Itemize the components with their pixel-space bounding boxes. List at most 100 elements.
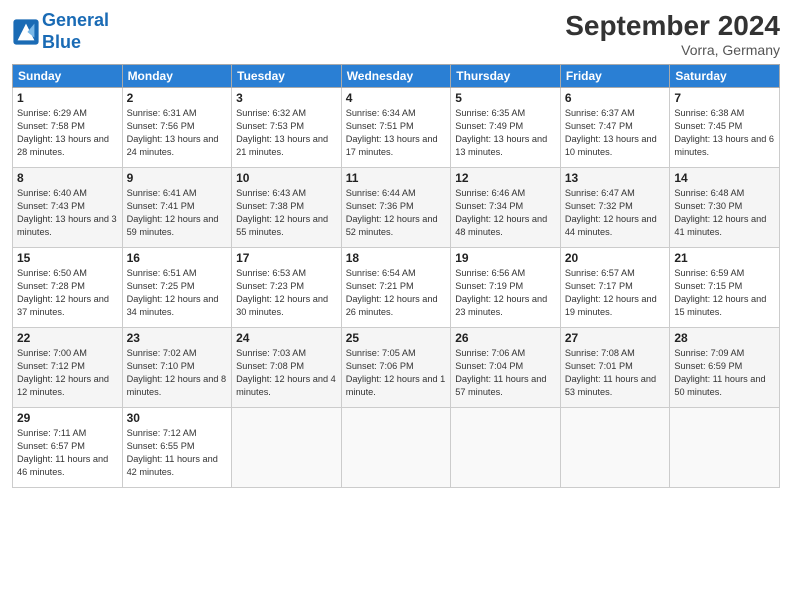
header-monday: Monday <box>122 65 232 88</box>
day-number: 20 <box>565 251 666 265</box>
header-friday: Friday <box>560 65 670 88</box>
calendar-day-cell: 6 Sunrise: 6:37 AM Sunset: 7:47 PM Dayli… <box>560 88 670 168</box>
calendar-day-cell: 28 Sunrise: 7:09 AM Sunset: 6:59 PM Dayl… <box>670 328 780 408</box>
day-info: Sunrise: 6:51 AM Sunset: 7:25 PM Dayligh… <box>127 267 228 319</box>
day-info: Sunrise: 6:47 AM Sunset: 7:32 PM Dayligh… <box>565 187 666 239</box>
calendar-day-cell: 5 Sunrise: 6:35 AM Sunset: 7:49 PM Dayli… <box>451 88 561 168</box>
day-number: 3 <box>236 91 337 105</box>
calendar-week-row: 22 Sunrise: 7:00 AM Sunset: 7:12 PM Dayl… <box>13 328 780 408</box>
calendar-day-cell: 7 Sunrise: 6:38 AM Sunset: 7:45 PM Dayli… <box>670 88 780 168</box>
calendar-day-cell: 11 Sunrise: 6:44 AM Sunset: 7:36 PM Dayl… <box>341 168 451 248</box>
day-number: 18 <box>346 251 447 265</box>
header-sunday: Sunday <box>13 65 123 88</box>
day-number: 13 <box>565 171 666 185</box>
calendar-week-row: 29 Sunrise: 7:11 AM Sunset: 6:57 PM Dayl… <box>13 408 780 488</box>
calendar-day-cell: 24 Sunrise: 7:03 AM Sunset: 7:08 PM Dayl… <box>232 328 342 408</box>
calendar-day-cell: 27 Sunrise: 7:08 AM Sunset: 7:01 PM Dayl… <box>560 328 670 408</box>
calendar-day-cell: 19 Sunrise: 6:56 AM Sunset: 7:19 PM Dayl… <box>451 248 561 328</box>
day-info: Sunrise: 6:44 AM Sunset: 7:36 PM Dayligh… <box>346 187 447 239</box>
day-info: Sunrise: 6:40 AM Sunset: 7:43 PM Dayligh… <box>17 187 118 239</box>
calendar-table: Sunday Monday Tuesday Wednesday Thursday… <box>12 64 780 488</box>
page-container: General Blue September 2024 Vorra, Germa… <box>0 0 792 612</box>
day-info: Sunrise: 6:32 AM Sunset: 7:53 PM Dayligh… <box>236 107 337 159</box>
calendar-day-cell: 13 Sunrise: 6:47 AM Sunset: 7:32 PM Dayl… <box>560 168 670 248</box>
day-info: Sunrise: 6:54 AM Sunset: 7:21 PM Dayligh… <box>346 267 447 319</box>
day-number: 19 <box>455 251 556 265</box>
calendar-day-cell: 29 Sunrise: 7:11 AM Sunset: 6:57 PM Dayl… <box>13 408 123 488</box>
day-number: 4 <box>346 91 447 105</box>
day-info: Sunrise: 7:00 AM Sunset: 7:12 PM Dayligh… <box>17 347 118 399</box>
day-number: 11 <box>346 171 447 185</box>
calendar-day-cell: 14 Sunrise: 6:48 AM Sunset: 7:30 PM Dayl… <box>670 168 780 248</box>
calendar-day-cell: 10 Sunrise: 6:43 AM Sunset: 7:38 PM Dayl… <box>232 168 342 248</box>
day-info: Sunrise: 6:53 AM Sunset: 7:23 PM Dayligh… <box>236 267 337 319</box>
logo-icon <box>12 18 40 46</box>
header-saturday: Saturday <box>670 65 780 88</box>
header-wednesday: Wednesday <box>341 65 451 88</box>
day-info: Sunrise: 7:11 AM Sunset: 6:57 PM Dayligh… <box>17 427 118 479</box>
calendar-week-row: 8 Sunrise: 6:40 AM Sunset: 7:43 PM Dayli… <box>13 168 780 248</box>
logo: General Blue <box>12 10 109 53</box>
calendar-day-cell: 21 Sunrise: 6:59 AM Sunset: 7:15 PM Dayl… <box>670 248 780 328</box>
calendar-day-cell: 9 Sunrise: 6:41 AM Sunset: 7:41 PM Dayli… <box>122 168 232 248</box>
day-number: 8 <box>17 171 118 185</box>
day-info: Sunrise: 6:59 AM Sunset: 7:15 PM Dayligh… <box>674 267 775 319</box>
day-number: 15 <box>17 251 118 265</box>
day-number: 7 <box>674 91 775 105</box>
logo-text: General Blue <box>42 10 109 53</box>
calendar-day-cell: 22 Sunrise: 7:00 AM Sunset: 7:12 PM Dayl… <box>13 328 123 408</box>
day-info: Sunrise: 7:03 AM Sunset: 7:08 PM Dayligh… <box>236 347 337 399</box>
calendar-day-cell: 1 Sunrise: 6:29 AM Sunset: 7:58 PM Dayli… <box>13 88 123 168</box>
day-number: 12 <box>455 171 556 185</box>
month-title: September 2024 <box>565 10 780 42</box>
calendar-week-row: 1 Sunrise: 6:29 AM Sunset: 7:58 PM Dayli… <box>13 88 780 168</box>
calendar-day-cell: 16 Sunrise: 6:51 AM Sunset: 7:25 PM Dayl… <box>122 248 232 328</box>
day-number: 23 <box>127 331 228 345</box>
calendar-day-cell: 8 Sunrise: 6:40 AM Sunset: 7:43 PM Dayli… <box>13 168 123 248</box>
day-number: 6 <box>565 91 666 105</box>
weekday-header-row: Sunday Monday Tuesday Wednesday Thursday… <box>13 65 780 88</box>
calendar-day-cell: 17 Sunrise: 6:53 AM Sunset: 7:23 PM Dayl… <box>232 248 342 328</box>
day-number: 29 <box>17 411 118 425</box>
day-info: Sunrise: 6:29 AM Sunset: 7:58 PM Dayligh… <box>17 107 118 159</box>
day-info: Sunrise: 6:35 AM Sunset: 7:49 PM Dayligh… <box>455 107 556 159</box>
calendar-week-row: 15 Sunrise: 6:50 AM Sunset: 7:28 PM Dayl… <box>13 248 780 328</box>
day-info: Sunrise: 7:06 AM Sunset: 7:04 PM Dayligh… <box>455 347 556 399</box>
day-info: Sunrise: 6:50 AM Sunset: 7:28 PM Dayligh… <box>17 267 118 319</box>
day-number: 30 <box>127 411 228 425</box>
header-tuesday: Tuesday <box>232 65 342 88</box>
location-title: Vorra, Germany <box>565 42 780 58</box>
empty-cell <box>232 408 342 488</box>
header-thursday: Thursday <box>451 65 561 88</box>
day-number: 22 <box>17 331 118 345</box>
day-info: Sunrise: 7:09 AM Sunset: 6:59 PM Dayligh… <box>674 347 775 399</box>
calendar-day-cell: 2 Sunrise: 6:31 AM Sunset: 7:56 PM Dayli… <box>122 88 232 168</box>
day-info: Sunrise: 6:31 AM Sunset: 7:56 PM Dayligh… <box>127 107 228 159</box>
empty-cell <box>670 408 780 488</box>
day-number: 14 <box>674 171 775 185</box>
day-info: Sunrise: 7:08 AM Sunset: 7:01 PM Dayligh… <box>565 347 666 399</box>
calendar-day-cell: 12 Sunrise: 6:46 AM Sunset: 7:34 PM Dayl… <box>451 168 561 248</box>
logo-line2: Blue <box>42 32 81 52</box>
day-info: Sunrise: 6:34 AM Sunset: 7:51 PM Dayligh… <box>346 107 447 159</box>
calendar-day-cell: 20 Sunrise: 6:57 AM Sunset: 7:17 PM Dayl… <box>560 248 670 328</box>
calendar-day-cell: 18 Sunrise: 6:54 AM Sunset: 7:21 PM Dayl… <box>341 248 451 328</box>
day-number: 10 <box>236 171 337 185</box>
calendar-day-cell: 15 Sunrise: 6:50 AM Sunset: 7:28 PM Dayl… <box>13 248 123 328</box>
day-number: 17 <box>236 251 337 265</box>
empty-cell <box>341 408 451 488</box>
day-number: 2 <box>127 91 228 105</box>
day-number: 9 <box>127 171 228 185</box>
day-info: Sunrise: 7:02 AM Sunset: 7:10 PM Dayligh… <box>127 347 228 399</box>
calendar-day-cell: 3 Sunrise: 6:32 AM Sunset: 7:53 PM Dayli… <box>232 88 342 168</box>
day-number: 1 <box>17 91 118 105</box>
calendar-day-cell: 4 Sunrise: 6:34 AM Sunset: 7:51 PM Dayli… <box>341 88 451 168</box>
day-number: 26 <box>455 331 556 345</box>
calendar-day-cell: 26 Sunrise: 7:06 AM Sunset: 7:04 PM Dayl… <box>451 328 561 408</box>
empty-cell <box>560 408 670 488</box>
page-header: General Blue September 2024 Vorra, Germa… <box>12 10 780 58</box>
day-number: 27 <box>565 331 666 345</box>
day-info: Sunrise: 6:57 AM Sunset: 7:17 PM Dayligh… <box>565 267 666 319</box>
day-number: 24 <box>236 331 337 345</box>
day-info: Sunrise: 7:12 AM Sunset: 6:55 PM Dayligh… <box>127 427 228 479</box>
